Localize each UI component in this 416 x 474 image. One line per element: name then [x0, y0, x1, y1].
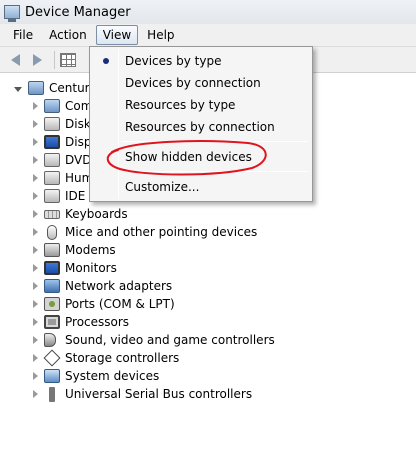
computer-icon — [44, 99, 60, 113]
dvd-drive-icon — [44, 153, 60, 167]
menu-item-customize[interactable]: Customize... — [92, 176, 310, 198]
keyboard-icon — [44, 209, 60, 219]
menu-item-label: Customize... — [125, 180, 200, 194]
tree-item-mice[interactable]: Mice and other pointing devices — [33, 223, 257, 241]
collapsed-arrow-icon[interactable] — [33, 210, 38, 218]
tree-item-keyboards[interactable]: Keyboards — [33, 205, 128, 223]
tree-item-storage[interactable]: Storage controllers — [33, 349, 179, 367]
menu-separator — [122, 171, 308, 172]
tree-item-label: System devices — [65, 369, 160, 383]
tree-item-usb[interactable]: Universal Serial Bus controllers — [33, 385, 252, 403]
network-adapter-icon — [44, 279, 60, 293]
tree-item-ports[interactable]: Ports (COM & LPT) — [33, 295, 175, 313]
menu-item-label: Show hidden devices — [125, 150, 252, 164]
tree-item-monitors[interactable]: Monitors — [33, 259, 117, 277]
tree-item-system[interactable]: System devices — [33, 367, 159, 385]
tree-item-label: Processors — [65, 315, 130, 329]
tree-item-sound[interactable]: Sound, video and game controllers — [33, 331, 275, 349]
tree-item-label: Disp — [65, 135, 92, 149]
tree-item-label: Storage controllers — [65, 351, 180, 365]
collapsed-arrow-icon[interactable] — [33, 300, 38, 308]
menu-item-resources-by-connection[interactable]: Resources by connection — [92, 116, 310, 138]
processor-icon — [44, 315, 60, 329]
properties-button[interactable] — [59, 51, 77, 69]
expanded-arrow-icon[interactable] — [14, 86, 22, 92]
menu-item-label: Resources by type — [125, 98, 236, 112]
menu-bar: File Action View Help — [0, 24, 416, 47]
forward-button[interactable] — [28, 51, 46, 69]
tree-item-label: Ports (COM & LPT) — [65, 297, 175, 311]
tree-item-display[interactable]: Disp — [33, 133, 91, 151]
tree-item-dvd[interactable]: DVD — [33, 151, 91, 169]
menu-view[interactable]: View — [95, 25, 139, 45]
tree-item-label: Network adapters — [65, 279, 173, 293]
modem-icon — [44, 243, 60, 257]
menu-item-show-hidden-devices[interactable]: Show hidden devices — [92, 146, 310, 168]
toolbar-separator — [54, 50, 55, 69]
device-manager-icon — [4, 5, 20, 22]
tree-item-hid[interactable]: Hum — [33, 169, 93, 187]
computer-icon — [28, 81, 44, 95]
tree-item-label: Keyboards — [65, 207, 128, 221]
collapsed-arrow-icon[interactable] — [33, 390, 38, 398]
tree-item-computer[interactable]: Com — [33, 97, 92, 115]
tree-item-network[interactable]: Network adapters — [33, 277, 172, 295]
tree-item-label: DVD — [65, 153, 92, 167]
collapsed-arrow-icon[interactable] — [33, 156, 38, 164]
speaker-icon — [44, 333, 56, 347]
tree-item-processors[interactable]: Processors — [33, 313, 129, 331]
collapsed-arrow-icon[interactable] — [33, 192, 38, 200]
menu-item-resources-by-type[interactable]: Resources by type — [92, 94, 310, 116]
tree-item-ide[interactable]: IDE A — [33, 187, 97, 205]
menu-item-devices-by-type[interactable]: Devices by type — [92, 50, 310, 72]
collapsed-arrow-icon[interactable] — [33, 282, 38, 290]
mouse-icon — [47, 224, 57, 240]
back-arrow-icon — [10, 53, 20, 66]
radio-bullet-icon — [103, 58, 109, 64]
menu-action[interactable]: Action — [42, 25, 94, 45]
properties-grid-icon — [60, 52, 76, 67]
ide-controller-icon — [44, 189, 60, 203]
tree-root[interactable]: Centurio — [14, 79, 100, 97]
menu-item-label: Resources by connection — [125, 120, 275, 134]
usb-icon — [49, 386, 55, 402]
tree-item-label: Universal Serial Bus controllers — [65, 387, 253, 401]
disk-drive-icon — [44, 117, 60, 131]
view-menu-dropdown: Devices by type Devices by connection Re… — [89, 46, 313, 202]
display-adapter-icon — [44, 135, 60, 149]
menu-item-devices-by-connection[interactable]: Devices by connection — [92, 72, 310, 94]
forward-arrow-icon — [32, 53, 42, 66]
collapsed-arrow-icon[interactable] — [33, 138, 38, 146]
tree-item-label: Modems — [65, 243, 116, 257]
collapsed-arrow-icon[interactable] — [33, 246, 38, 254]
collapsed-arrow-icon[interactable] — [33, 102, 38, 110]
window-title: Device Manager — [25, 4, 131, 20]
title-bar: Device Manager — [0, 0, 416, 24]
collapsed-arrow-icon[interactable] — [33, 318, 38, 326]
port-icon — [44, 297, 60, 311]
hid-icon — [44, 171, 60, 185]
tree-item-label: Mice and other pointing devices — [65, 225, 258, 239]
collapsed-arrow-icon[interactable] — [33, 120, 38, 128]
tree-item-modems[interactable]: Modems — [33, 241, 116, 259]
tree-item-label: Sound, video and game controllers — [65, 333, 275, 347]
collapsed-arrow-icon[interactable] — [33, 174, 38, 182]
collapsed-arrow-icon[interactable] — [33, 336, 38, 344]
collapsed-arrow-icon[interactable] — [33, 264, 38, 272]
menu-separator — [122, 141, 308, 142]
tree-item-label: Monitors — [65, 261, 117, 275]
menu-item-label: Devices by connection — [125, 76, 261, 90]
collapsed-arrow-icon[interactable] — [33, 354, 38, 362]
menu-item-label: Devices by type — [125, 54, 222, 68]
tree-item-label: Disk — [65, 117, 91, 131]
menu-help[interactable]: Help — [140, 25, 181, 45]
tree-item-disk[interactable]: Disk — [33, 115, 91, 133]
menu-file[interactable]: File — [6, 25, 40, 45]
back-button[interactable] — [6, 51, 24, 69]
system-device-icon — [44, 369, 60, 383]
storage-controller-icon — [43, 349, 61, 367]
collapsed-arrow-icon[interactable] — [33, 228, 38, 236]
monitor-icon — [44, 261, 60, 275]
collapsed-arrow-icon[interactable] — [33, 372, 38, 380]
